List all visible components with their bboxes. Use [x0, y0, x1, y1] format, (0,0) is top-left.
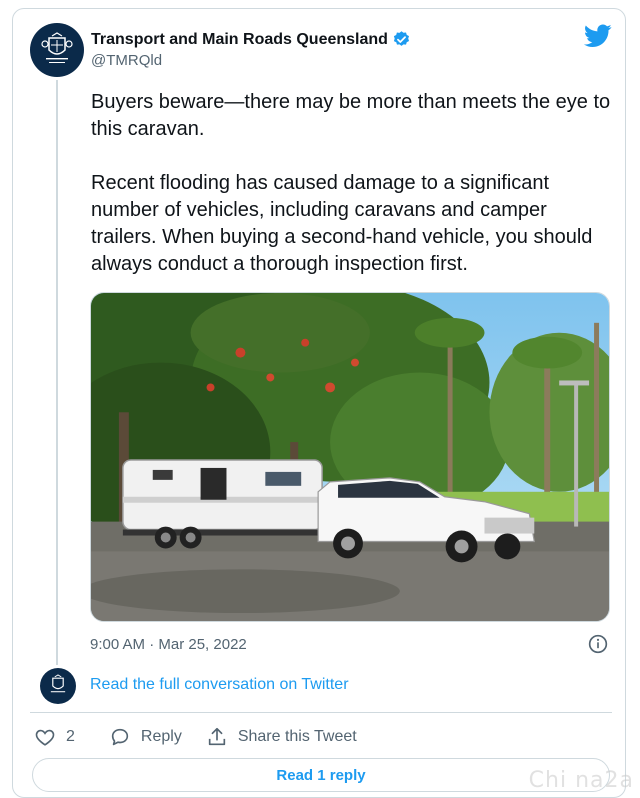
tweet-timestamp[interactable]: 9:00 AM · Mar 25, 2022: [90, 636, 247, 653]
reply-label: Reply: [140, 728, 182, 745]
share-upload-icon: [208, 727, 225, 746]
conversation-avatar[interactable]: [40, 668, 76, 704]
queensland-crest-icon: [50, 674, 66, 693]
like-button[interactable]: 2: [34, 726, 75, 748]
reply-button[interactable]: Reply: [109, 726, 182, 748]
account-avatar[interactable]: [30, 23, 84, 77]
tweet-actions: 2 Reply Share this Tweet: [34, 724, 357, 750]
speech-bubble-icon: [111, 728, 129, 746]
tweet-text: Buyers beware—there may be more than mee…: [91, 91, 611, 275]
read-replies-button[interactable]: Read 1 reply: [32, 758, 610, 792]
heart-icon: [35, 729, 55, 746]
thread-line: [56, 80, 58, 665]
twitter-bird-icon[interactable]: [584, 24, 612, 48]
queensland-crest-icon: [41, 32, 73, 63]
divider: [30, 712, 612, 713]
tweet-photo[interactable]: [90, 292, 610, 622]
info-icon[interactable]: [588, 634, 608, 654]
verified-badge-icon: [393, 31, 409, 46]
account-handle[interactable]: @TMRQld: [91, 52, 162, 69]
caravan-photo: [91, 293, 609, 621]
account-name-row[interactable]: Transport and Main Roads Queensland: [91, 30, 411, 49]
read-full-conversation-link[interactable]: Read the full conversation on Twitter: [90, 676, 349, 694]
share-label: Share this Tweet: [237, 728, 357, 745]
share-button[interactable]: Share this Tweet: [206, 726, 357, 748]
account-name[interactable]: Transport and Main Roads Queensland: [91, 31, 388, 49]
watermark: Chi na2a: [528, 768, 634, 793]
like-count: 2: [66, 728, 75, 745]
